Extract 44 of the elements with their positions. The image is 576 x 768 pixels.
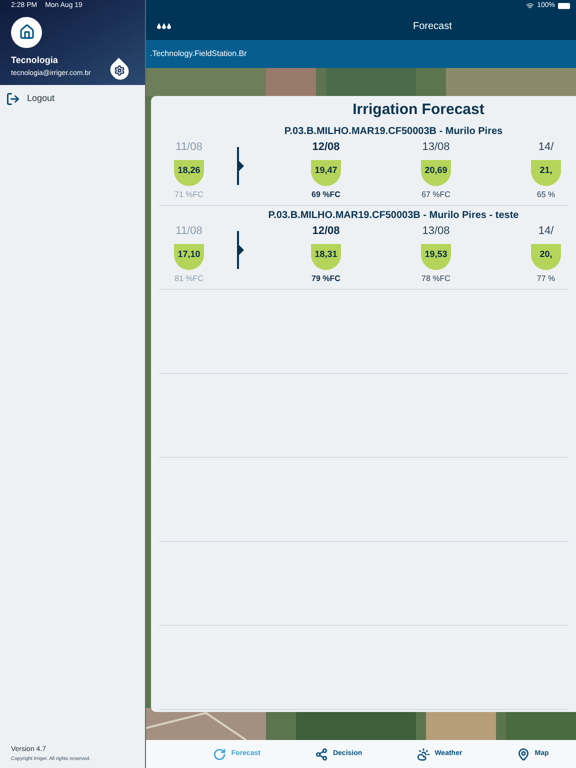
forecast-date: 14/ <box>538 140 554 154</box>
field-capacity: 79 %FC <box>312 272 340 284</box>
screen-title: Forecast <box>413 20 452 34</box>
station-name: .Technology.FieldStation.Br <box>150 48 247 60</box>
field-capacity: 67 %FC <box>422 188 450 200</box>
today-marker <box>237 146 244 184</box>
water-level-bubble: 17,10 <box>174 244 204 270</box>
refresh-icon <box>213 748 226 760</box>
wifi-icon <box>526 2 534 10</box>
water-level-bubble: 19,53 <box>421 244 451 270</box>
forecast-date: 12/08 <box>312 224 340 238</box>
logout-icon <box>6 92 20 106</box>
map-pin-icon <box>516 748 530 760</box>
user-name: Tecnologia <box>11 54 59 67</box>
field-name: P.03.B.MILHO.MAR19.CF50003B - Murilo Pires <box>284 124 503 138</box>
battery-icon <box>558 3 570 9</box>
forecast-date: 12/08 <box>312 140 340 154</box>
forecast-date: 13/08 <box>422 140 450 154</box>
field-capacity: 69 %FC <box>312 188 340 200</box>
today-marker <box>237 230 244 268</box>
water-level-bubble: 21, <box>531 160 561 186</box>
logout-button[interactable]: Logout <box>0 85 145 113</box>
house-icon <box>18 24 34 40</box>
field-capacity: 77 % <box>536 272 556 284</box>
field-capacity: 71 %FC <box>174 188 204 200</box>
share-icon <box>314 748 328 760</box>
field-name: P.03.B.MILHO.MAR19.CF50003B - Murilo Pires - teste <box>268 208 519 222</box>
forecast-date: 14/ <box>538 224 554 238</box>
settings-icon <box>114 64 125 76</box>
field-capacity: 78 %FC <box>422 272 450 284</box>
water-level-bubble: 19,47 <box>311 160 341 186</box>
field-capacity: 65 % <box>536 188 556 200</box>
water-level-bubble: 20, <box>531 244 561 270</box>
cloud-sun-icon <box>416 748 430 760</box>
forecast-date: 11/08 <box>176 224 202 238</box>
water-level-bubble: 18,31 <box>311 244 341 270</box>
forecast-date: 11/08 <box>176 140 202 154</box>
water-level-bubble: 18,26 <box>174 160 204 186</box>
field-capacity: 81 %FC <box>174 272 204 284</box>
water-level-bubble: 20,69 <box>421 160 451 186</box>
droplets-icon <box>157 23 171 29</box>
forecast-date: 13/08 <box>422 224 450 238</box>
menu-button[interactable] <box>157 23 171 29</box>
card-title: Irrigation Forecast <box>352 100 484 120</box>
